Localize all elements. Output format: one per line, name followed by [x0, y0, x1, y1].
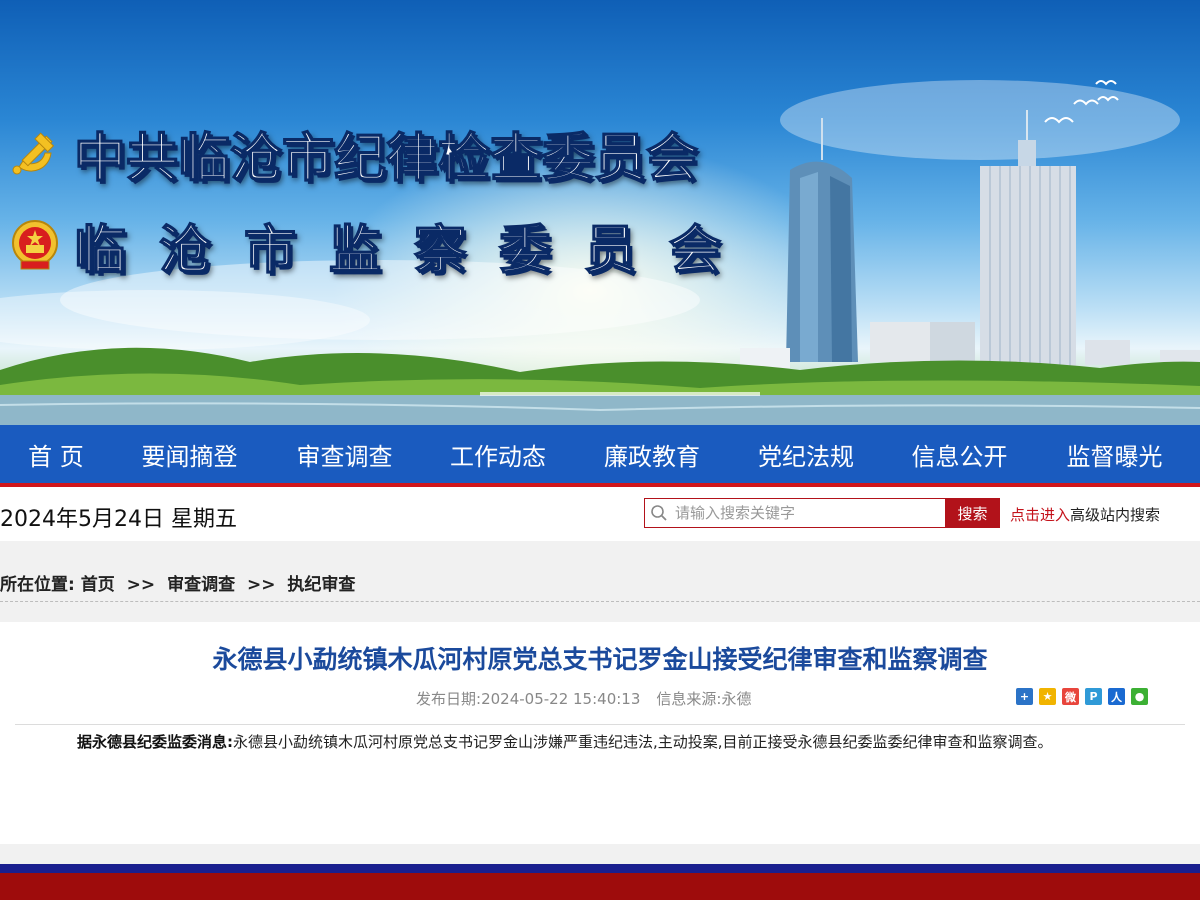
article-meta: 发布日期:2024-05-22 15:40:13 信息来源:永德	[416, 688, 751, 709]
breadcrumb-review-investigation[interactable]: 审查调查	[167, 575, 235, 595]
nav-item-home[interactable]: 首 页	[0, 437, 112, 472]
banner-title-row-1: 中共临沧市纪律检查委员会	[0, 118, 699, 190]
breadcrumb-label: 所在位置:	[0, 575, 75, 595]
search-button[interactable]: 搜索	[945, 498, 1000, 528]
left-tower	[786, 118, 858, 362]
breadcrumb-separator: >>	[247, 575, 276, 595]
article: 永德县小勐统镇木瓜河村原党总支书记罗金山接受纪律审查和监察调查 发布日期:202…	[0, 622, 1200, 844]
publish-date: 2024-05-22 15:40:13	[481, 690, 641, 708]
banner-title-supervision: 临沧市监察委员会	[73, 219, 755, 282]
breadcrumb-discipline-review[interactable]: 执纪审查	[287, 575, 355, 595]
current-date: 2024年5月24日 星期五	[0, 507, 237, 532]
nav-item-integrity-education[interactable]: 廉政教育	[574, 437, 730, 472]
search-icon	[645, 499, 673, 527]
content-gap	[0, 602, 1200, 622]
advanced-search-link-enter[interactable]: 点击进入	[1010, 506, 1070, 524]
breadcrumb-separator: >>	[126, 575, 156, 595]
qzone-icon[interactable]: ★	[1039, 688, 1056, 705]
nav-item-supervision-exposure[interactable]: 监督曝光	[1037, 437, 1192, 472]
source-value: 永德	[721, 690, 752, 708]
renren-icon[interactable]: 人	[1108, 688, 1125, 705]
article-lead: 据永德县纪委监委消息:	[77, 733, 233, 751]
main-nav: 首 页 要闻摘登 审查调查 工作动态 廉政教育 党纪法规 信息公开 监督曝光	[0, 425, 1200, 483]
article-text: 永德县小勐统镇木瓜河村原党总支书记罗金山涉嫌严重违纪违法,主动投案,目前正接受永…	[233, 733, 1053, 751]
breadcrumb-bar: 所在位置: 首页 >> 审查调查 >> 执纪审查	[0, 541, 1200, 602]
nav-item-news-digest[interactable]: 要闻摘登	[112, 437, 267, 472]
search-input[interactable]	[673, 500, 933, 526]
nav-item-review-investigation[interactable]: 审查调查	[267, 437, 422, 472]
nav-item-work-updates[interactable]: 工作动态	[422, 437, 574, 472]
hammer-sickle-icon	[2, 120, 68, 186]
source-label: 信息来源:	[656, 690, 722, 708]
article-title: 永德县小勐统镇木瓜河村原党总支书记罗金山接受纪律审查和监察调查	[212, 645, 988, 674]
share-toolbar: + ★ 微 P 人 ●	[1016, 688, 1154, 705]
national-emblem-icon	[2, 212, 68, 278]
search-box	[644, 498, 946, 528]
footer-red-strip	[0, 873, 1200, 900]
publish-date-label: 发布日期:	[416, 690, 482, 708]
article-body: 据永德县纪委监委消息:永德县小勐统镇木瓜河村原党总支书记罗金山涉嫌严重违纪违法,…	[77, 731, 1053, 752]
breadcrumb-home[interactable]: 首页	[81, 575, 115, 595]
advanced-search-link[interactable]: 点击进入高级站内搜索	[1010, 504, 1160, 525]
nav-item-party-regulations[interactable]: 党纪法规	[730, 437, 882, 472]
advanced-search-link-label[interactable]: 高级站内搜索	[1070, 506, 1160, 524]
wechat-icon[interactable]: ●	[1131, 688, 1148, 705]
banner-title-row-2: 临沧市监察委员会	[0, 210, 755, 282]
date-search-bar: 2024年5月24日 星期五 搜索 点击进入高级站内搜索	[0, 487, 1200, 541]
article-divider	[15, 724, 1185, 725]
share-more-icon[interactable]: +	[1016, 688, 1033, 705]
breadcrumb: 所在位置: 首页 >> 审查调查 >> 执纪审查	[0, 570, 355, 595]
footer-gap	[0, 844, 1200, 864]
nav-item-info-disclosure[interactable]: 信息公开	[882, 437, 1037, 472]
footer-blue-strip	[0, 864, 1200, 873]
banner-title-commission: 中共临沧市纪律检查委员会	[73, 127, 699, 190]
weibo-icon[interactable]: 微	[1062, 688, 1079, 705]
header-banner: 中共临沧市纪律检查委员会 临沧市监察委员会	[0, 0, 1200, 425]
pengyou-icon[interactable]: P	[1085, 688, 1102, 705]
